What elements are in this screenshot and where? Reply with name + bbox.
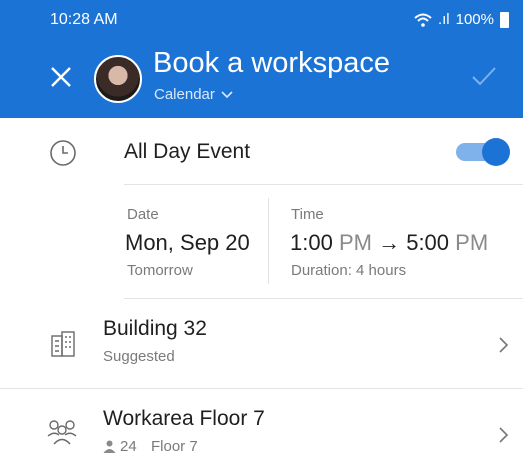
battery-percent: 100%	[455, 11, 494, 28]
avatar[interactable]	[94, 55, 142, 103]
all-day-label: All Day Event	[124, 140, 251, 163]
chevron-right-icon	[499, 337, 509, 353]
clock-icon	[50, 140, 76, 166]
building-name: Building 32	[103, 317, 207, 340]
wifi-icon	[414, 13, 432, 27]
people-icon	[47, 420, 77, 445]
duration: Duration: 4 hours	[291, 262, 407, 279]
end-time: 5:00	[406, 230, 450, 255]
status-indicators: .ıl 100%	[414, 11, 509, 28]
arrow-icon: →	[378, 230, 401, 255]
calendar-selector[interactable]: Calendar	[154, 86, 233, 103]
building-icon	[51, 331, 75, 357]
divider	[0, 388, 523, 389]
close-icon[interactable]	[46, 62, 76, 92]
divider	[124, 298, 523, 299]
end-ampm: PM	[455, 230, 489, 255]
page-title: Book a workspace	[153, 47, 390, 79]
date-relative: Tomorrow	[127, 262, 193, 279]
battery-icon	[500, 11, 509, 28]
building-suggested: Suggested	[103, 348, 175, 365]
app-header: 10:28 AM .ıl 100% Book a workspace Calen…	[0, 0, 523, 118]
calendar-label: Calendar	[154, 86, 215, 103]
check-icon[interactable]	[471, 66, 497, 86]
chevron-down-icon	[221, 90, 233, 98]
signal-icon: .ıl	[437, 11, 450, 28]
start-time: 1:00	[290, 230, 333, 255]
chevron-right-icon	[499, 427, 509, 443]
person-icon	[103, 440, 116, 453]
toggle-knob	[482, 138, 510, 166]
workarea-name: Workarea Floor 7	[103, 407, 265, 430]
divider	[124, 184, 523, 185]
time-caption: Time	[291, 206, 324, 223]
date-value: Mon, Sep 20	[125, 230, 250, 255]
date-caption: Date	[127, 206, 159, 223]
vertical-divider	[268, 198, 269, 284]
time-range: 1:00 PM → 5:00 PM	[290, 230, 488, 256]
status-time: 10:28 AM	[50, 11, 118, 28]
workarea-capacity: 24	[120, 438, 137, 455]
start-ampm: PM	[338, 230, 372, 255]
workarea-floor: Floor 7	[151, 438, 198, 455]
all-day-toggle[interactable]	[456, 138, 510, 166]
